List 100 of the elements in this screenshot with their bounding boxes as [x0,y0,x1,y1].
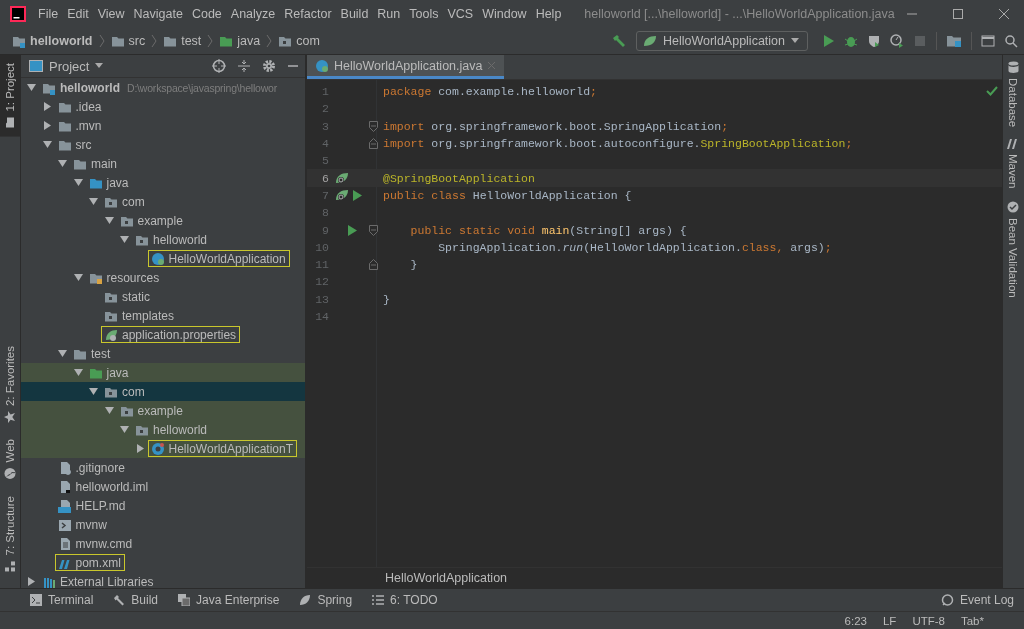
menu-item[interactable]: Analyze [230,7,282,21]
expanded-arrow-icon[interactable] [104,216,114,225]
menu-item[interactable]: Navigate [133,7,189,21]
collapse-icon[interactable] [237,59,251,73]
maximize-icon[interactable] [952,8,964,20]
gauge-icon[interactable] [890,34,904,48]
expanded-arrow-icon[interactable] [73,368,83,377]
menu-item[interactable]: Tools [409,7,445,21]
status-item[interactable]: 6:23 [844,614,867,627]
tree-item[interactable]: mvnw.cmd [21,534,305,553]
tree-item[interactable]: helloworld [21,420,305,439]
tree-item[interactable]: java [21,363,305,382]
fold-end-icon[interactable] [368,259,378,271]
hammer-icon[interactable] [610,33,627,49]
tool-window-tab[interactable]: Database [1003,55,1023,134]
tool-window-tab[interactable]: Maven [1003,133,1023,195]
tree-item[interactable]: .gitignore [21,458,305,477]
editor-tab[interactable]: HelloWorldApplication.java [307,55,505,79]
status-item[interactable]: Tab* [960,614,984,627]
leaf-icon[interactable] [335,188,349,203]
expanded-arrow-icon[interactable] [73,273,83,282]
breadcrumb-item[interactable]: test [159,34,206,48]
tool-window-tab[interactable]: 1: Project [0,55,20,137]
collapsed-arrow-icon[interactable] [135,444,145,453]
breadcrumb-item[interactable]: helloworld [8,34,97,48]
tree-item[interactable]: java [21,173,305,192]
close-icon[interactable] [998,8,1010,20]
tool-window-tab[interactable]: Bean Validation [1003,194,1023,304]
tree-item[interactable]: .mvn [21,116,305,135]
tool-window-tab[interactable]: 7: Structure [0,487,20,580]
tree-item[interactable]: helloworld.iml [21,477,305,496]
run-icon[interactable] [347,224,357,236]
settings-icon[interactable] [262,59,276,73]
tree-item[interactable]: main [21,154,305,173]
expanded-arrow-icon[interactable] [89,387,98,396]
menu-item[interactable]: Window [482,7,533,21]
tree-item[interactable]: .idea [21,97,305,116]
menu-item[interactable]: Run [377,7,407,21]
tree-item[interactable]: src [21,135,305,154]
tree-item[interactable]: resources [21,268,305,287]
bug-icon[interactable] [844,34,858,48]
tree-item[interactable]: com [21,382,305,401]
tool-window-tab[interactable]: 2: Favorites [0,338,20,432]
fold-end-icon[interactable] [368,138,378,150]
expanded-arrow-icon[interactable] [120,235,129,244]
tree-item[interactable]: application.properties [21,325,305,344]
run-configuration-dropdown[interactable]: HelloWorldApplication [635,31,808,51]
tree-item[interactable]: example [21,401,305,420]
tool-window-button[interactable]: Build [113,593,159,607]
menu-item[interactable]: View [97,7,131,21]
menu-item[interactable]: Refactor [284,7,338,21]
tree-item[interactable]: templates [21,306,305,325]
leaf-icon[interactable] [335,171,349,186]
run-icon[interactable] [821,34,835,48]
menu-item[interactable]: VCS [447,7,480,21]
editor-breadcrumb[interactable]: HelloWorldApplication [385,571,508,585]
breadcrumb-item[interactable]: com [274,34,324,48]
tree-item[interactable]: mvnw [21,515,305,534]
crosshair-icon[interactable] [212,59,226,73]
expanded-arrow-icon[interactable] [42,140,52,149]
tree-item[interactable]: helloworld [21,230,305,249]
run-icon[interactable] [352,189,362,201]
window-icon[interactable] [981,34,995,48]
menu-item[interactable]: Code [191,7,228,21]
tool-window-button[interactable]: Java Enterprise [178,593,280,607]
expanded-arrow-icon[interactable] [58,349,67,358]
tree-item[interactable]: example [21,211,305,230]
collapsed-arrow-icon[interactable] [27,577,36,586]
tree-item[interactable]: helloworld D:\workspace\javaspring\hellowor [21,78,305,97]
fold-start-icon[interactable] [368,224,378,236]
menu-item[interactable]: File [38,7,65,21]
project-view-dropdown[interactable]: Project [29,58,104,74]
tree-item[interactable]: test [21,344,305,363]
expanded-arrow-icon[interactable] [58,159,67,168]
breadcrumb-item[interactable]: java [215,34,265,48]
status-item[interactable]: UTF-8 [912,614,945,627]
expanded-arrow-icon[interactable] [104,406,114,415]
tree-item[interactable]: HelloWorldApplication [21,249,305,268]
tool-window-button[interactable]: Event Log [940,593,1014,607]
menu-item[interactable]: Build [340,7,375,21]
tool-window-tab[interactable]: Web [0,431,20,488]
tool-window-button[interactable]: Terminal [30,593,94,607]
tree-item[interactable]: HelloWorldApplicationT [21,439,305,458]
collapsed-arrow-icon[interactable] [42,102,52,111]
tree-item[interactable]: pom.xml [21,553,305,572]
tree-item[interactable]: static [21,287,305,306]
folder-icon[interactable] [946,34,962,48]
search-icon[interactable] [1004,34,1018,48]
tree-item[interactable]: External Libraries [21,572,305,588]
collapsed-arrow-icon[interactable] [42,121,52,130]
expanded-arrow-icon[interactable] [73,178,83,187]
expanded-arrow-icon[interactable] [89,197,98,206]
breadcrumb-item[interactable]: src [106,34,150,48]
tool-window-button[interactable]: 6: TODO [372,593,438,607]
tree-item[interactable]: com [21,192,305,211]
fold-start-icon[interactable] [368,120,378,132]
menu-item[interactable]: Help [535,7,568,21]
expanded-arrow-icon[interactable] [120,425,129,434]
status-item[interactable]: LF [882,614,897,627]
menu-item[interactable]: Edit [67,7,95,21]
